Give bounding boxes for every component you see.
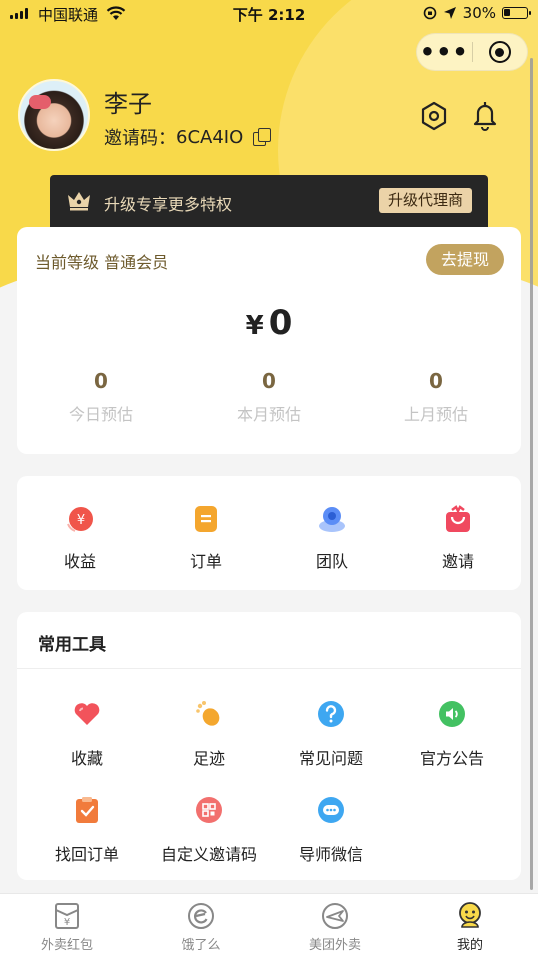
order-icon xyxy=(195,506,217,532)
status-bar: 中国联通 下午 2:12 30% xyxy=(0,0,538,28)
tools-divider xyxy=(17,668,521,669)
tool-label: 常见问题 xyxy=(298,749,363,768)
invite-code-value: 6CA4IO xyxy=(176,126,244,148)
location-icon xyxy=(443,7,456,19)
stat-label: 今日预估 xyxy=(68,405,133,424)
recover-order-icon xyxy=(76,797,98,823)
tab-label: 我的 xyxy=(456,938,483,953)
action-income[interactable]: ¥ 收益 xyxy=(25,476,135,590)
income-icon: ¥ xyxy=(67,507,93,532)
avatar-bow xyxy=(29,95,51,109)
balance-value: 0 xyxy=(268,303,293,343)
tab-label: 外卖红包 xyxy=(40,938,93,953)
tool-favorites[interactable]: 收藏 xyxy=(26,699,148,779)
level-value: 普通会员 xyxy=(104,253,169,272)
level-card: 当前等级 普通会员 去提现 ¥ 0 0 今日预估 0 本月预估 0 上月预估 xyxy=(17,227,521,454)
stat-today: 0 今日预估 xyxy=(41,369,161,425)
action-label: 团队 xyxy=(315,552,348,571)
tab-mine[interactable]: 我的 xyxy=(403,894,537,955)
action-label: 订单 xyxy=(189,552,222,571)
withdraw-button[interactable]: 去提现 xyxy=(426,244,504,275)
tool-faq[interactable]: 常见问题 xyxy=(270,699,392,779)
qr-code-icon xyxy=(196,797,222,823)
scroll-indicator xyxy=(530,58,533,890)
tool-footprint[interactable]: 足迹 xyxy=(148,699,270,779)
settings-icon[interactable] xyxy=(419,100,449,132)
tool-label: 官方公告 xyxy=(419,749,484,768)
mini-program-capsule: ••• xyxy=(416,33,528,71)
upgrade-agent-button[interactable]: 升级代理商 xyxy=(378,188,472,213)
question-icon xyxy=(318,701,344,727)
tab-eleme[interactable]: 饿了么 xyxy=(134,894,268,955)
stat-label: 上月预估 xyxy=(403,405,468,424)
avatar[interactable] xyxy=(18,79,90,151)
target-icon xyxy=(488,41,511,63)
action-team[interactable]: 团队 xyxy=(277,476,387,590)
battery-icon xyxy=(502,7,531,19)
tab-meituan[interactable]: 美团外卖 xyxy=(268,894,402,955)
level-label: 当前等级 xyxy=(35,253,100,272)
tool-label: 找回订单 xyxy=(54,845,119,864)
mine-icon xyxy=(459,902,481,928)
tools-title: 常用工具 xyxy=(38,635,106,655)
invite-code-row: 邀请码： 6CA4IO xyxy=(104,124,272,150)
crown-icon xyxy=(68,192,90,211)
tool-label: 自定义邀请码 xyxy=(160,845,257,864)
user-name: 李子 xyxy=(104,90,152,118)
more-options-button[interactable]: ••• xyxy=(417,40,472,64)
invite-gift-icon xyxy=(446,505,470,532)
team-icon xyxy=(319,507,345,532)
chat-icon xyxy=(318,797,344,823)
balance: ¥ 0 xyxy=(17,303,521,343)
speaker-icon xyxy=(439,701,465,727)
tab-label: 美团外卖 xyxy=(308,938,361,953)
currency-symbol: ¥ xyxy=(245,311,264,341)
upgrade-banner: 升级专享更多特权 升级代理商 xyxy=(50,175,488,227)
invite-code-label: 邀请码： xyxy=(104,128,176,149)
rotation-lock-icon xyxy=(423,6,436,20)
heart-icon xyxy=(74,703,100,725)
eleme-icon xyxy=(188,903,214,929)
battery-percent: 30% xyxy=(462,4,496,22)
stat-value: 0 xyxy=(94,369,108,393)
tab-label: 饿了么 xyxy=(181,938,221,953)
tool-label: 收藏 xyxy=(70,749,103,768)
svg-text:¥: ¥ xyxy=(64,917,70,928)
stat-label: 本月预估 xyxy=(236,405,301,424)
quick-actions-card: ¥ 收益 订单 团队 邀请 xyxy=(17,476,521,590)
stat-last-month: 0 上月预估 xyxy=(376,369,496,425)
tool-mentor-wechat[interactable]: 导师微信 xyxy=(270,795,392,875)
action-invite[interactable]: 邀请 xyxy=(403,476,513,590)
battery-level xyxy=(504,9,511,16)
stat-this-month: 0 本月预估 xyxy=(209,369,329,425)
action-orders[interactable]: 订单 xyxy=(151,476,261,590)
tab-red-packet[interactable]: ¥ 外卖红包 xyxy=(0,894,134,955)
common-tools-card: 常用工具 收藏 足迹 常见问题 官方公告 找回订单 自定义邀请码 导师微信 xyxy=(17,612,521,880)
meituan-icon xyxy=(322,903,348,929)
upgrade-text: 升级专享更多特权 xyxy=(104,195,233,214)
tool-recover-order[interactable]: 找回订单 xyxy=(26,795,148,875)
level-info: 当前等级 普通会员 xyxy=(35,249,168,273)
close-mini-program-button[interactable] xyxy=(472,41,527,63)
tool-label: 足迹 xyxy=(192,749,225,768)
tool-announcement[interactable]: 官方公告 xyxy=(391,699,513,779)
svg-text:¥: ¥ xyxy=(77,513,85,528)
red-packet-icon: ¥ xyxy=(55,903,79,929)
bell-icon[interactable] xyxy=(470,99,500,131)
action-label: 邀请 xyxy=(441,552,474,571)
tab-bar: ¥ 外卖红包 饿了么 美团外卖 我的 xyxy=(0,893,538,955)
action-label: 收益 xyxy=(63,552,96,571)
tool-label: 导师微信 xyxy=(298,845,363,864)
tool-custom-invite-code[interactable]: 自定义邀请码 xyxy=(148,795,270,875)
stat-value: 0 xyxy=(262,369,276,393)
stat-value: 0 xyxy=(429,369,443,393)
footprint-icon xyxy=(196,701,220,726)
copy-icon[interactable] xyxy=(253,128,272,146)
